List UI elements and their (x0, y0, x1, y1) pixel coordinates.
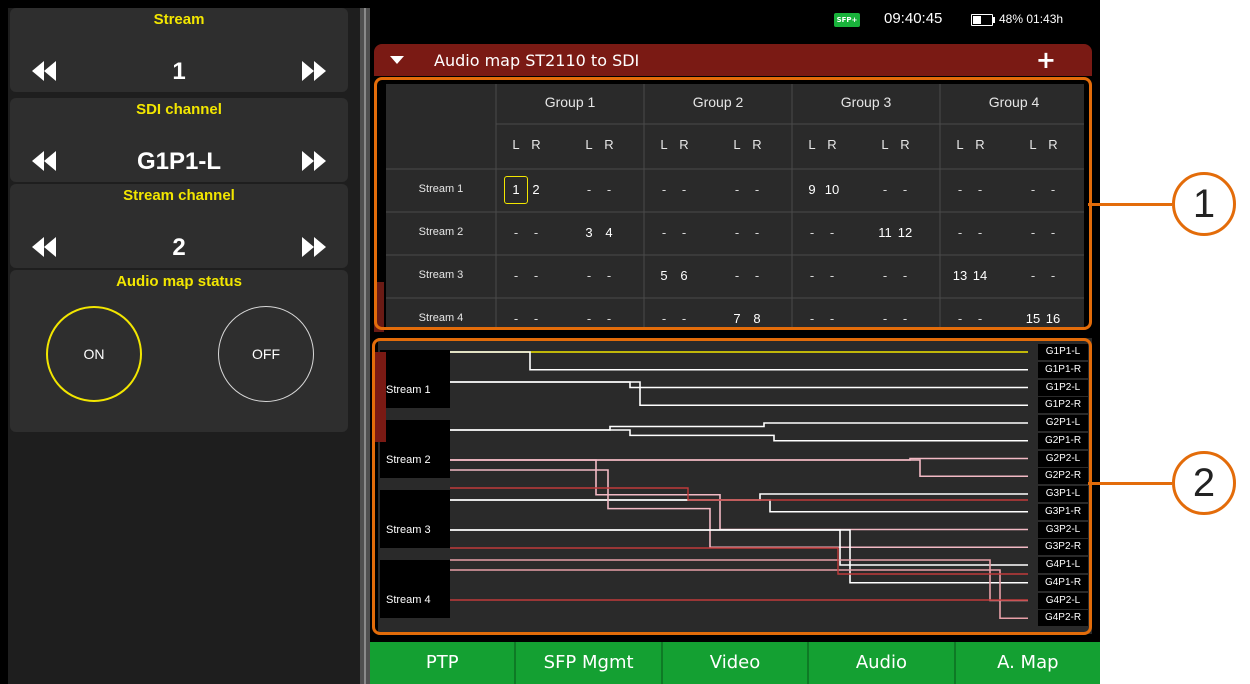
stream-value: 1 (172, 58, 186, 85)
audio-map-panel-header[interactable]: Audio map ST2110 to SDI + (374, 44, 1092, 76)
audio-map-on-button[interactable]: ON (46, 306, 142, 402)
tab-a-map[interactable]: A. Map (955, 642, 1100, 684)
stream-channel-prev-button[interactable] (24, 232, 64, 262)
stream-selector: Stream 1 (10, 8, 348, 92)
battery-terminal (993, 17, 995, 23)
annotation-outline-matrix (374, 77, 1092, 330)
battery-icon (971, 14, 993, 26)
fast-forward-icon (302, 61, 326, 81)
triangle-down-icon[interactable] (390, 56, 404, 64)
stream-channel-next-button[interactable] (294, 232, 334, 262)
status-bar: SFP+ 09:40:45 48% 01:43h (370, 0, 1100, 40)
sdi-channel-title: SDI channel (136, 101, 222, 118)
bottom-tab-bar: PTP SFP Mgmt Video Audio A. Map (370, 642, 1100, 684)
callout-2: 2 (1172, 451, 1236, 515)
stream-selector-title: Stream (153, 11, 205, 28)
rewind-icon (32, 151, 56, 171)
stream-channel-title: Stream channel (123, 187, 235, 204)
sfp-status-badge: SFP+ (834, 13, 860, 27)
fast-forward-icon (302, 237, 326, 257)
annotation-outline-routing (372, 338, 1092, 635)
stream-channel-selector: Stream channel 2 (10, 184, 348, 268)
sdi-channel-selector: SDI channel G1P1-L (10, 98, 348, 182)
tab-audio[interactable]: Audio (809, 642, 956, 684)
clock: 09:40:45 (884, 10, 943, 27)
panel-title: Audio map ST2110 to SDI (434, 51, 640, 70)
audio-map-status-box: Audio map status ON OFF (10, 270, 348, 432)
tab-video[interactable]: Video (662, 642, 810, 684)
stream-channel-value: 2 (172, 234, 186, 261)
left-control-panel: Stream 1 SDI channel G1P1-L Stream chann… (8, 8, 360, 684)
splitter-grip (364, 8, 366, 684)
sdi-channel-value: G1P1-L (136, 148, 222, 175)
battery-status: 48% 01:43h (999, 12, 1064, 26)
sdi-channel-prev-button[interactable] (24, 146, 64, 176)
panel-splitter[interactable] (360, 8, 370, 684)
stream-prev-button[interactable] (24, 56, 64, 86)
rewind-icon (32, 237, 56, 257)
audio-map-status-title: Audio map status (116, 273, 242, 290)
sdi-channel-next-button[interactable] (294, 146, 334, 176)
audio-map-off-button[interactable]: OFF (218, 306, 314, 402)
rewind-icon (32, 61, 56, 81)
callout-1: 1 (1172, 172, 1236, 236)
annotation-leader-line (1088, 203, 1172, 206)
tab-ptp[interactable]: PTP (370, 642, 517, 684)
plus-icon[interactable]: + (1036, 48, 1056, 72)
stream-next-button[interactable] (294, 56, 334, 86)
annotation-leader-line (1088, 482, 1172, 485)
fast-forward-icon (302, 151, 326, 171)
battery-fill (973, 16, 981, 24)
tab-sfp-mgmt[interactable]: SFP Mgmt (516, 642, 663, 684)
